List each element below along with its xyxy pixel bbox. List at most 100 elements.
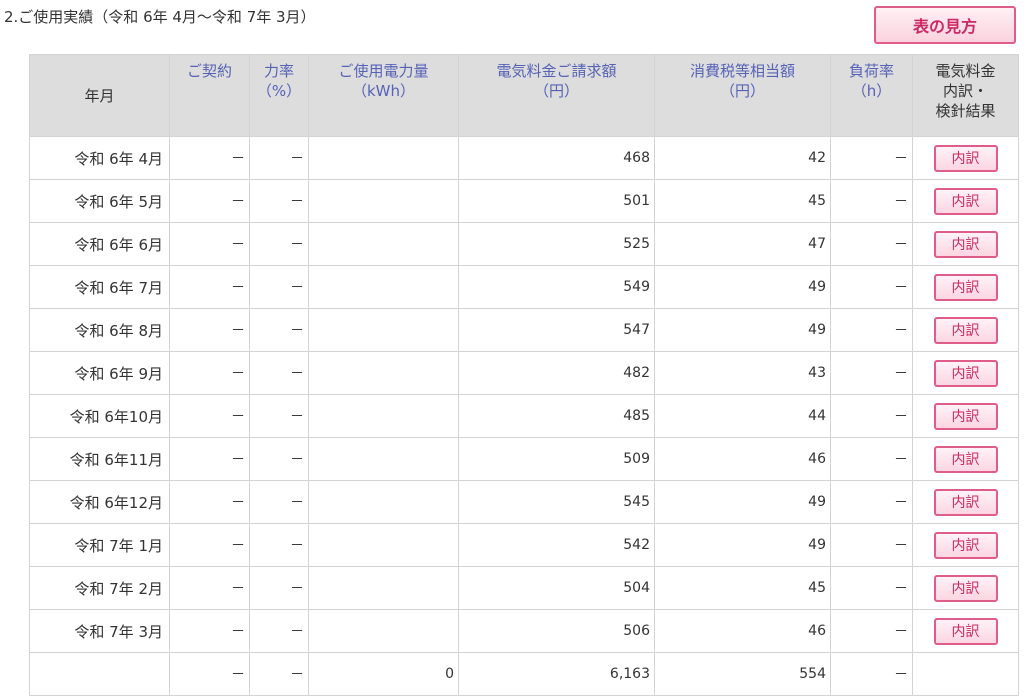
charge-cell: 509 [458, 437, 655, 481]
detail-button[interactable]: 内訳 [933, 273, 998, 301]
power-factor-cell: － [249, 222, 309, 266]
tax-cell: 46 [654, 437, 831, 481]
usage-cell [308, 437, 459, 481]
table-row: 令和 6年 6月－－ 525 47 －内訳 [29, 222, 1019, 266]
total-usage-cell: 0 [308, 652, 459, 696]
tax-cell: 45 [654, 566, 831, 610]
header-month: 年月 [29, 54, 170, 137]
contract-cell: － [169, 136, 250, 180]
header-contract-label: ご契約 [186, 62, 232, 80]
usage-cell [308, 179, 459, 223]
tax-cell: 44 [654, 394, 831, 438]
power-factor-cell: － [249, 351, 309, 395]
header-charge-unit: （円） [533, 82, 579, 100]
table-body: 令和 6年 4月－－ 468 42 －内訳 令和 6年 5月－－ 501 45 －内訳 令和 6… [29, 136, 1019, 696]
header-usage-label: ご使用電力量 [338, 62, 429, 80]
table-row: 令和 6年10月－－ 485 44 －内訳 [29, 394, 1019, 438]
header-power-factor-label: 力率 [263, 62, 294, 80]
power-factor-cell: － [249, 566, 309, 610]
header-load-factor-link[interactable]: 負荷率 （h） [830, 54, 913, 137]
detail-button[interactable]: 内訳 [933, 402, 998, 430]
header-usage-link[interactable]: ご使用電力量 （kWh） [308, 54, 459, 137]
load-factor-cell: － [830, 480, 913, 524]
month-cell: 令和 6年 7月 [29, 265, 170, 309]
usage-cell [308, 523, 459, 567]
detail-button[interactable]: 内訳 [933, 359, 998, 387]
detail-cell: 内訳 [912, 480, 1019, 524]
contract-cell: － [169, 523, 250, 567]
section-title: 2.ご使用実績（令和 6年 4月～令和 7年 3月） [4, 8, 316, 26]
table-row: 令和 6年 9月－－ 482 43 －内訳 [29, 351, 1019, 395]
detail-button[interactable]: 内訳 [933, 316, 998, 344]
header-detail: 電気料金 内訳・ 検針結果 [912, 54, 1019, 137]
charge-cell: 501 [458, 179, 655, 223]
contract-cell: － [169, 351, 250, 395]
usage-cell [308, 566, 459, 610]
load-factor-cell: － [830, 437, 913, 481]
tax-cell: 49 [654, 523, 831, 567]
charge-cell: 547 [458, 308, 655, 352]
tax-cell: 43 [654, 351, 831, 395]
detail-cell: 内訳 [912, 265, 1019, 309]
detail-cell: 内訳 [912, 351, 1019, 395]
detail-cell: 内訳 [912, 523, 1019, 567]
header-detail-line3: 検針結果 [935, 102, 996, 120]
contract-cell: － [169, 437, 250, 481]
load-factor-cell: － [830, 179, 913, 223]
power-factor-cell: － [249, 394, 309, 438]
total-load-factor-cell: － [830, 652, 913, 696]
header-tax-link[interactable]: 消費税等相当額 （円） [654, 54, 831, 137]
tax-cell: 49 [654, 308, 831, 352]
contract-cell: － [169, 265, 250, 309]
contract-cell: － [169, 179, 250, 223]
month-cell: 令和 6年10月 [29, 394, 170, 438]
usage-cell [308, 265, 459, 309]
table-row: 令和 7年 2月－－ 504 45 －内訳 [29, 566, 1019, 610]
header-tax-unit: （円） [719, 82, 765, 100]
month-cell: 令和 6年 6月 [29, 222, 170, 266]
header-load-factor-unit: （h） [851, 82, 892, 100]
month-cell: 令和 6年 4月 [29, 136, 170, 180]
power-factor-cell: － [249, 437, 309, 481]
detail-button[interactable]: 内訳 [933, 187, 998, 215]
month-cell: 令和 6年11月 [29, 437, 170, 481]
charge-cell: 542 [458, 523, 655, 567]
charge-cell: 482 [458, 351, 655, 395]
usage-cell [308, 480, 459, 524]
header-charge-link[interactable]: 電気料金ご請求額 （円） [458, 54, 655, 137]
contract-cell: － [169, 566, 250, 610]
detail-cell: 内訳 [912, 136, 1019, 180]
table-row: 令和 7年 1月－－ 542 49 －内訳 [29, 523, 1019, 567]
detail-cell: 内訳 [912, 609, 1019, 653]
detail-button[interactable]: 内訳 [933, 144, 998, 172]
table-row: 令和 7年 3月－－ 506 46 －内訳 [29, 609, 1019, 653]
contract-cell: － [169, 308, 250, 352]
detail-button[interactable]: 内訳 [933, 531, 998, 559]
header-contract-link[interactable]: ご契約 [169, 54, 250, 137]
detail-button[interactable]: 内訳 [933, 574, 998, 602]
charge-cell: 545 [458, 480, 655, 524]
power-factor-cell: － [249, 265, 309, 309]
load-factor-cell: － [830, 609, 913, 653]
month-cell: 令和 6年12月 [29, 480, 170, 524]
detail-button[interactable]: 内訳 [933, 617, 998, 645]
usage-cell [308, 308, 459, 352]
header-power-factor-link[interactable]: 力率 （%） [249, 54, 309, 137]
usage-cell [308, 351, 459, 395]
detail-cell: 内訳 [912, 566, 1019, 610]
contract-cell: － [169, 480, 250, 524]
charge-cell: 485 [458, 394, 655, 438]
tax-cell: 49 [654, 265, 831, 309]
load-factor-cell: － [830, 394, 913, 438]
tax-cell: 49 [654, 480, 831, 524]
detail-button[interactable]: 内訳 [933, 488, 998, 516]
table-guide-button[interactable]: 表の見方 [874, 6, 1016, 44]
contract-cell: － [169, 609, 250, 653]
load-factor-cell: － [830, 523, 913, 567]
charge-cell: 504 [458, 566, 655, 610]
detail-button[interactable]: 内訳 [933, 230, 998, 258]
tax-cell: 42 [654, 136, 831, 180]
contract-cell: － [169, 394, 250, 438]
total-contract-cell: － [169, 652, 250, 696]
detail-button[interactable]: 内訳 [933, 445, 998, 473]
